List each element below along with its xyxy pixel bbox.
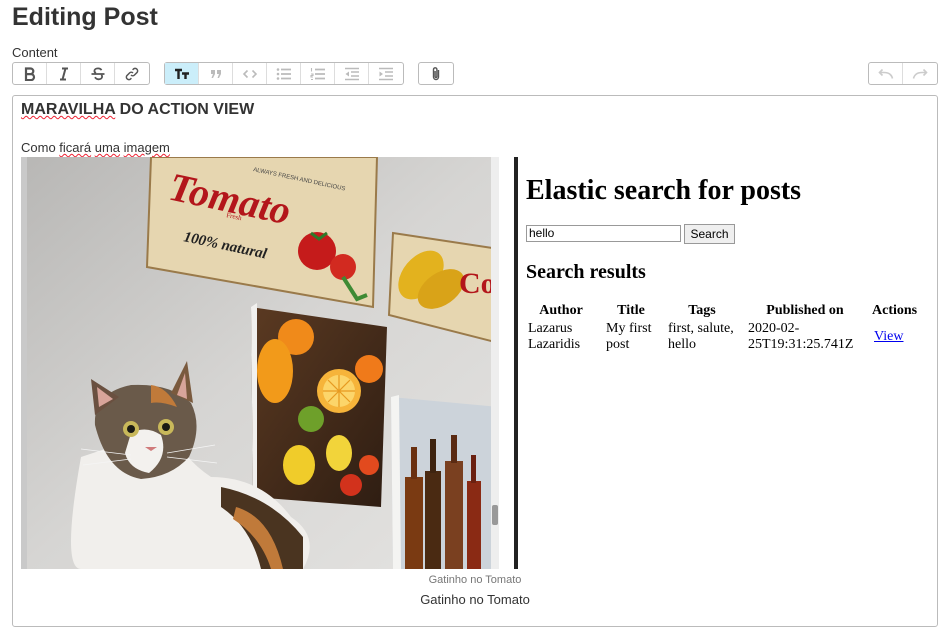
- attach-files-button[interactable]: [419, 63, 453, 84]
- post-paragraph[interactable]: Como ficará uma imagem: [21, 140, 170, 155]
- undo-button[interactable]: [869, 63, 903, 84]
- misspelled-word: MARAVILHA: [21, 101, 116, 118]
- attachment-caption-small: Gatinho no Tomato: [428, 574, 522, 586]
- cell-tags: first, salute, hello: [668, 321, 734, 352]
- photo-scrollbar[interactable]: [491, 157, 499, 569]
- bold-icon: [24, 66, 35, 81]
- numbered-list-icon: [309, 67, 325, 80]
- attachment-caption[interactable]: Gatinho no Tomato: [13, 592, 937, 607]
- outdent-button[interactable]: [335, 63, 369, 84]
- italic-icon: [59, 67, 68, 80]
- bold-button[interactable]: [13, 63, 47, 84]
- text-tools-group: [12, 62, 150, 85]
- content-field-label: Content: [12, 45, 58, 60]
- bullet-list-button[interactable]: [267, 63, 301, 84]
- search-button[interactable]: Search: [684, 224, 735, 244]
- table-header-row: Author Title Tags Published on Actions: [526, 303, 925, 321]
- strikethrough-button[interactable]: [81, 63, 115, 84]
- cell-author: Lazarus Lazaridis: [528, 321, 581, 352]
- results-table: Author Title Tags Published on Actions L…: [526, 303, 925, 353]
- code-button[interactable]: [233, 63, 267, 84]
- rich-text-editor[interactable]: MARAVILHA DO ACTION VIEW Como ficará uma…: [12, 95, 938, 627]
- numbered-list-button[interactable]: [301, 63, 335, 84]
- scrollbar-thumb[interactable]: [492, 505, 498, 525]
- cell-published: 2020-02-25T19:31:25.741Z: [748, 321, 854, 352]
- code-icon: [242, 69, 257, 78]
- post-heading[interactable]: MARAVILHA DO ACTION VIEW: [21, 101, 254, 119]
- page-title: Editing Post: [12, 3, 158, 31]
- search-page-title: Elastic search for posts: [526, 175, 802, 206]
- search-results-heading: Search results: [526, 261, 646, 283]
- browser-screenshot: Elastic search for posts hello Search Se…: [518, 157, 933, 569]
- column-header-tags: Tags: [688, 303, 716, 318]
- attach-icon: [432, 66, 440, 80]
- indent-icon: [379, 67, 393, 80]
- heading-button[interactable]: [165, 63, 199, 84]
- cat-photo: Tomato 100% natural ALWAYS FRESH AND DEL…: [21, 157, 499, 569]
- redo-button[interactable]: [903, 63, 937, 84]
- redo-icon: [912, 68, 928, 79]
- outdent-icon: [344, 67, 359, 80]
- paragraph-word: Como: [21, 140, 60, 155]
- misspelled-word: uma: [94, 140, 121, 155]
- column-header-published: Published on: [766, 303, 844, 318]
- heading-icon: [174, 68, 189, 79]
- column-header-author: Author: [539, 303, 583, 318]
- undo-icon: [877, 68, 893, 79]
- link-icon: [125, 67, 139, 80]
- search-input[interactable]: hello: [526, 225, 681, 242]
- strikethrough-icon: [91, 66, 104, 80]
- photo-left-edge: [21, 157, 27, 569]
- misspelled-word: ficará: [59, 140, 92, 155]
- cat-photo-drawing: Tomato 100% natural ALWAYS FRESH AND DEL…: [21, 157, 499, 569]
- image-attachment[interactable]: Tomato 100% natural ALWAYS FRESH AND DEL…: [21, 157, 933, 569]
- file-tools-group: [418, 62, 454, 85]
- view-link[interactable]: View: [874, 329, 903, 344]
- block-tools-group: [164, 62, 404, 85]
- misspelled-word: imagem: [123, 140, 170, 155]
- history-tools-group: [868, 62, 938, 85]
- quote-button[interactable]: [199, 63, 233, 84]
- column-header-title: Title: [617, 303, 645, 318]
- link-button[interactable]: [115, 63, 149, 84]
- table-row: Lazarus Lazaridis My first post first, s…: [526, 321, 925, 353]
- bullet-list-icon: [276, 67, 291, 80]
- quote-icon: [210, 69, 221, 78]
- editor-toolbar: [12, 62, 938, 85]
- heading-text: DO ACTION VIEW: [115, 101, 255, 118]
- cell-title: My first post: [606, 321, 652, 352]
- indent-button[interactable]: [369, 63, 403, 84]
- italic-button[interactable]: [47, 63, 81, 84]
- column-header-actions: Actions: [872, 303, 918, 318]
